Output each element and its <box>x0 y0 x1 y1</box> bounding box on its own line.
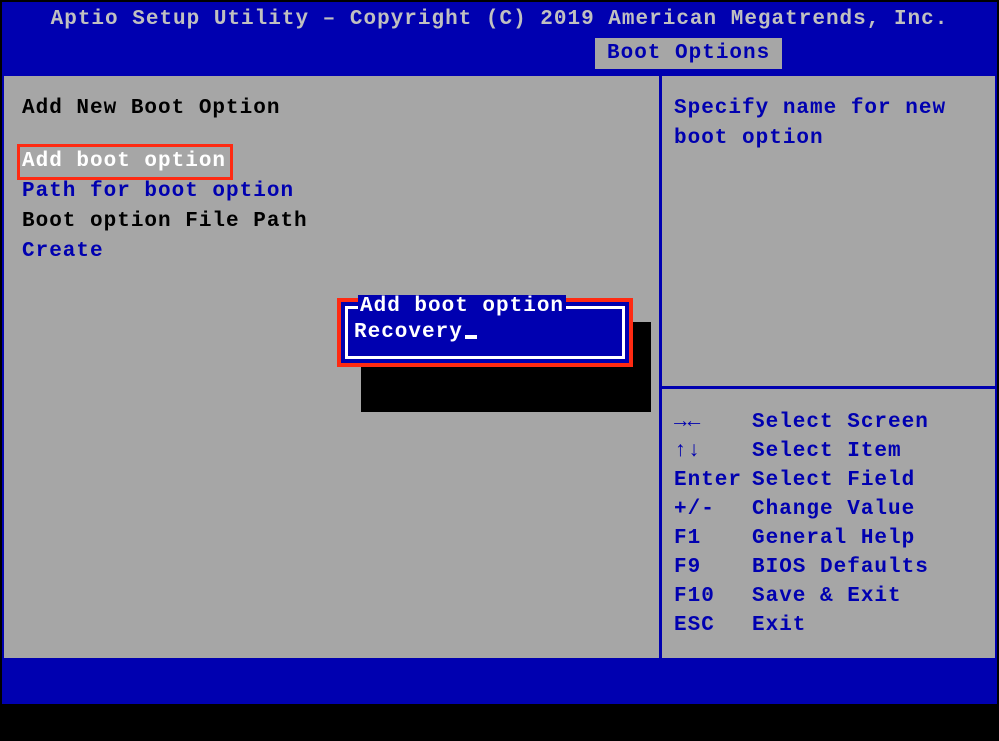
key-row: EnterSelect Field <box>674 466 983 495</box>
bios-screen: Aptio Setup Utility – Copyright (C) 2019… <box>0 0 999 741</box>
tab-boot-options[interactable]: Boot Options <box>595 38 782 69</box>
popup-highlight: Add boot option Recovery <box>337 298 633 367</box>
text-cursor-icon <box>465 335 477 339</box>
key-row: F9BIOS Defaults <box>674 553 983 582</box>
header-title: Aptio Setup Utility – Copyright (C) 2019… <box>2 2 997 31</box>
help-separator <box>662 386 995 389</box>
key-action: BIOS Defaults <box>752 553 929 582</box>
key-row: F10Save & Exit <box>674 582 983 611</box>
input-popup[interactable]: Add boot option Recovery <box>345 306 625 359</box>
key-label: F9 <box>674 553 752 582</box>
key-label: →← <box>674 408 752 437</box>
bottom-cap <box>2 704 997 741</box>
key-label: +/- <box>674 495 752 524</box>
key-action: Select Screen <box>752 408 929 437</box>
key-label: ESC <box>674 611 752 640</box>
popup-title: Add boot option <box>358 295 566 318</box>
menu-path-for-boot-option[interactable]: Path for boot option <box>22 177 651 207</box>
popup-text: Recovery <box>354 321 463 344</box>
help-line-2: boot option <box>674 124 983 154</box>
key-label: F1 <box>674 524 752 553</box>
menu-pane: Add New Boot Option Add boot option Path… <box>2 76 662 658</box>
menu-add-boot-option[interactable]: Add boot option <box>17 144 233 180</box>
menu-heading: Add New Boot Option <box>22 94 651 124</box>
footer-bar <box>2 660 997 704</box>
key-action: Exit <box>752 611 806 640</box>
main-area: Add New Boot Option Add boot option Path… <box>2 76 997 660</box>
help-pane: Specify name for new boot option →←Selec… <box>662 76 997 658</box>
key-hints: →←Select Screen ↑↓Select Item EnterSelec… <box>674 408 983 650</box>
key-row: +/-Change Value <box>674 495 983 524</box>
key-label: Enter <box>674 466 752 495</box>
key-row: ↑↓Select Item <box>674 437 983 466</box>
key-row: F1General Help <box>674 524 983 553</box>
key-row: →←Select Screen <box>674 408 983 437</box>
key-action: Select Field <box>752 466 915 495</box>
popup-container: Add boot option Recovery <box>337 298 633 367</box>
menu-create[interactable]: Create <box>22 237 651 267</box>
key-action: Save & Exit <box>752 582 902 611</box>
header-bar: Aptio Setup Utility – Copyright (C) 2019… <box>2 2 997 76</box>
menu-boot-option-file-path: Boot option File Path <box>22 207 651 237</box>
key-row: ESCExit <box>674 611 983 640</box>
key-label: F10 <box>674 582 752 611</box>
key-action: General Help <box>752 524 915 553</box>
key-action: Change Value <box>752 495 915 524</box>
help-upper: Specify name for new boot option <box>674 94 983 386</box>
key-action: Select Item <box>752 437 902 466</box>
help-line-1: Specify name for new <box>674 94 983 124</box>
popup-input-value[interactable]: Recovery <box>354 321 616 344</box>
key-label: ↑↓ <box>674 437 752 466</box>
